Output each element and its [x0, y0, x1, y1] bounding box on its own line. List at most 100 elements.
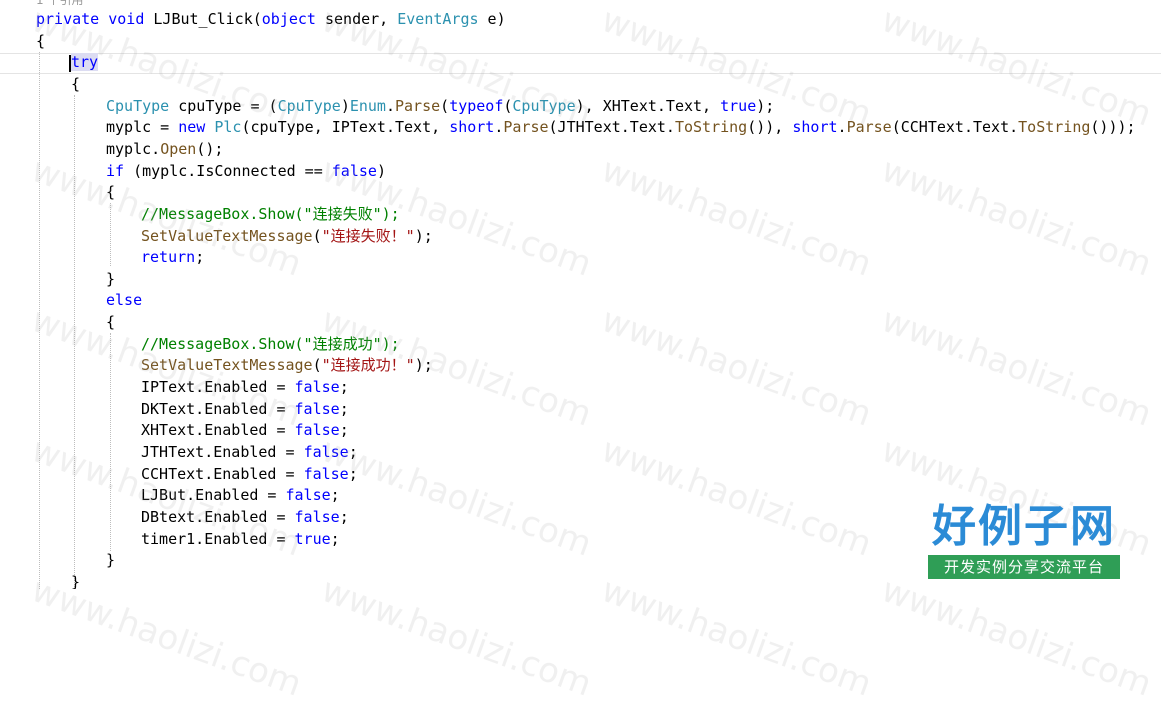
code-token: Parse [395, 96, 441, 115]
text-caret [69, 55, 71, 72]
code-token: (JTHText.Text. [548, 118, 675, 137]
code-token: //MessageBox.Show("连接成功"); [141, 334, 400, 353]
watermark-text: www.haolizi.com [26, 570, 307, 705]
code-line[interactable]: IPText.Enabled = false; [141, 377, 349, 398]
code-token: new [178, 118, 206, 137]
code-token: ()), [747, 118, 793, 137]
code-line[interactable]: SetValueTextMessage("连接成功！"); [141, 355, 433, 376]
code-token: ; [330, 486, 340, 505]
code-token: { [71, 74, 81, 93]
code-token: ), XHText.Text, [575, 96, 721, 115]
code-token: if [106, 161, 125, 180]
codelens-references[interactable]: 1 个引用 [36, 0, 83, 8]
code-token: ; [339, 507, 349, 526]
code-token: CCHText.Enabled = [141, 464, 304, 483]
code-line[interactable]: //MessageBox.Show("连接成功"); [141, 334, 400, 355]
code-token: (myplc.IsConnected == [124, 161, 332, 180]
code-line[interactable]: { [36, 31, 45, 52]
code-token: timer1.Enabled = [141, 529, 295, 548]
code-line[interactable]: } [106, 550, 115, 571]
code-token: CpuType [512, 96, 576, 115]
code-token: ); [414, 226, 433, 245]
code-line[interactable]: else [106, 290, 142, 311]
code-line[interactable]: return; [141, 247, 204, 268]
code-token: false [294, 507, 340, 526]
code-line[interactable]: if (myplc.IsConnected == false) [106, 161, 386, 182]
code-token: (cpuType, IPText.Text, [241, 118, 450, 137]
code-token: void [108, 10, 145, 28]
watermark-text: www.haolizi.com [876, 570, 1157, 705]
code-token: ())); [1090, 118, 1136, 137]
code-token: short [449, 118, 495, 137]
code-token: false [294, 421, 340, 440]
code-token: { [106, 183, 116, 202]
code-token: Open [160, 139, 197, 158]
code-line[interactable]: JTHText.Enabled = false; [141, 442, 358, 463]
code-token: EventArgs [397, 10, 479, 28]
code-token: //MessageBox.Show("连接失败"); [141, 204, 400, 223]
code-line[interactable]: private void LJBut_Click(object sender, … [36, 9, 506, 30]
code-line[interactable]: CpuType cpuType = (CpuType)Enum.Parse(ty… [106, 96, 774, 117]
code-token: Enum [349, 96, 386, 115]
code-token: JTHText.Enabled = [141, 443, 304, 461]
code-token: typeof [449, 96, 504, 115]
code-line[interactable]: XHText.Enabled = false; [141, 420, 349, 441]
code-line[interactable]: timer1.Enabled = true; [141, 529, 340, 550]
code-line[interactable]: SetValueTextMessage("连接失败！"); [141, 226, 433, 247]
code-token: IPText.Enabled = [141, 378, 295, 397]
code-token: false [303, 443, 349, 461]
code-token: return [141, 248, 196, 267]
code-token: LJBut_Click( [144, 10, 262, 28]
code-line[interactable]: LJBut.Enabled = false; [141, 485, 340, 506]
code-token: } [71, 572, 81, 589]
code-token: ); [756, 96, 775, 115]
code-token: short [792, 118, 838, 137]
code-token: try [71, 53, 99, 72]
code-line[interactable]: //MessageBox.Show("连接失败"); [141, 204, 400, 225]
code-token: ( [312, 226, 322, 245]
code-token: myplc. [106, 139, 161, 158]
code-token: "连接失败！" [321, 226, 415, 245]
indent-guide [74, 95, 75, 589]
code-token: . [385, 96, 395, 115]
code-token: CpuType [277, 96, 341, 115]
code-line[interactable]: DKText.Enabled = false; [141, 399, 349, 420]
code-token: cpuType = ( [169, 96, 278, 115]
current-line-highlight [0, 53, 1161, 74]
code-token: false [331, 161, 377, 180]
code-token: DKText.Enabled = [141, 399, 295, 418]
logo-subtitle: 开发实例分享交流平台 [928, 555, 1120, 579]
code-token: ToString [674, 118, 748, 137]
code-line[interactable]: { [106, 182, 115, 203]
code-line[interactable]: try [71, 52, 99, 73]
code-token: LJBut.Enabled = [141, 486, 286, 505]
code-token: myplc = [106, 118, 179, 137]
code-line[interactable]: myplc.Open(); [106, 139, 223, 160]
code-line[interactable]: DBtext.Enabled = false; [141, 507, 349, 528]
code-token: ); [414, 356, 433, 375]
code-token: ( [312, 356, 322, 375]
code-token: false [294, 399, 340, 418]
code-token: true [720, 96, 757, 115]
code-token: XHText.Enabled = [141, 421, 295, 440]
code-token: Parse [503, 118, 549, 137]
site-logo: 好例子网 开发实例分享交流平台 [928, 500, 1120, 582]
indent-guide [39, 52, 40, 589]
code-token: private [36, 10, 100, 28]
code-line[interactable]: } [71, 572, 80, 589]
code-token: } [106, 269, 116, 288]
code-line[interactable]: myplc = new Plc(cpuType, IPText.Text, sh… [106, 117, 1136, 138]
code-line[interactable]: } [106, 269, 115, 290]
code-token: false [294, 378, 340, 397]
code-token: CpuType [106, 96, 170, 115]
code-token: ; [339, 421, 349, 440]
code-token: ; [348, 443, 358, 461]
code-token: (CCHText.Text. [891, 118, 1019, 137]
code-token: (); [196, 139, 224, 158]
watermark-text: www.haolizi.com [596, 570, 877, 705]
code-line[interactable]: CCHText.Enabled = false; [141, 464, 358, 485]
code-token: { [106, 313, 116, 332]
code-line[interactable]: { [71, 74, 80, 95]
code-line[interactable]: { [106, 312, 115, 333]
